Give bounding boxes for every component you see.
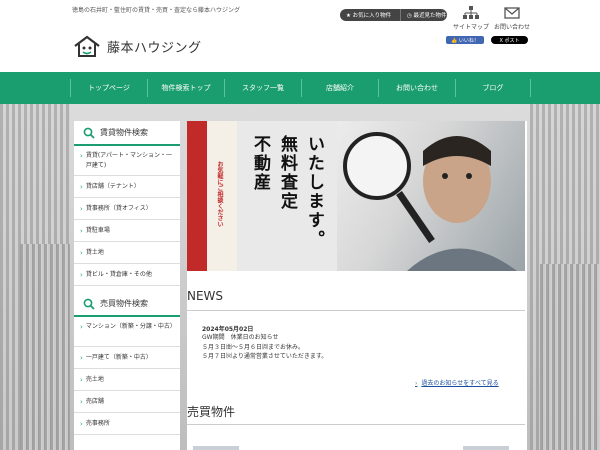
- news-divider: [187, 310, 525, 311]
- sitemap-label: サイトマップ: [452, 24, 489, 31]
- favorites-button[interactable]: ★ お気に入り物件: [340, 9, 400, 21]
- sidebar-item-sale-land[interactable]: › 売土地: [74, 369, 180, 391]
- hero-side-tag: お気軽にご相談ください: [216, 161, 223, 227]
- global-nav: トップページ 物件検索トップ スタッフ一覧 店舗紹介 お問い合わせ ブログ: [0, 72, 600, 104]
- nav-item-store[interactable]: 店舗紹介: [301, 79, 378, 97]
- chevron-right-icon: ›: [80, 226, 83, 235]
- search-icon: [83, 298, 95, 310]
- chevron-right-icon: ›: [80, 152, 83, 160]
- sidebar-item-rent-other[interactable]: › 貸ビル・貸倉庫・その他: [74, 264, 180, 286]
- nav-item-top[interactable]: トップページ: [70, 79, 147, 97]
- x-post-button[interactable]: X ポスト: [491, 36, 528, 44]
- tagline: 徳島の石井町・藍住町の賃貸・売買・査定なら藤本ハウジング: [72, 7, 241, 14]
- sale-search-heading-label: 売買物件検索: [100, 299, 148, 308]
- chevron-right-icon: ›: [80, 353, 83, 362]
- search-icon: [83, 127, 95, 139]
- site-header: 徳島の石井町・藍住町の賃貸・売買・査定なら藤本ハウジング 藤本ハウジング ★ お…: [0, 0, 600, 72]
- facebook-like-button[interactable]: 👍 いいね！: [446, 36, 484, 44]
- hero-photo: [337, 121, 525, 271]
- news-body: GW期間 休業日のお知らせ ５月３日㈮～５月６日㈪までお休み。 ５月７日㈫より通…: [202, 333, 327, 362]
- rent-search-heading-label: 賃貸物件検索: [100, 128, 148, 137]
- nav-item-blog[interactable]: ブログ: [455, 79, 531, 97]
- logo-text: 藤本ハウジング: [107, 40, 202, 56]
- hero-line-1: いたします。: [304, 135, 324, 249]
- sidebar-item-rent-parking[interactable]: › 貸駐車場: [74, 220, 180, 242]
- nav-item-search-top[interactable]: 物件検索トップ: [147, 79, 224, 97]
- sidebar-item-label: 売事務所: [85, 419, 110, 427]
- sidebar-item-label: 一戸建て（新築・中古）: [85, 353, 152, 361]
- hero-line-2: 無料査定: [277, 135, 297, 211]
- sidebar-item-label: 売土地: [85, 375, 104, 383]
- sitemap-icon: [463, 6, 479, 19]
- nav-item-contact[interactable]: お問い合わせ: [378, 79, 455, 97]
- news-archive-link[interactable]: › 過去のお知らせをすべて見る: [415, 378, 499, 387]
- sidebar-item-label: マンション（新築・分譲・中古）: [85, 323, 176, 330]
- hero-tag-strip: お気軽にご相談ください: [207, 121, 237, 271]
- news-heading: NEWS: [187, 289, 224, 303]
- logo[interactable]: 藤本ハウジング: [73, 34, 202, 58]
- chevron-right-icon: ›: [80, 248, 83, 257]
- sidebar: 賃貸物件検索 › 賃貸(アパート・マンション・一戸建て) › 貸店舗（テナント） ›…: [74, 121, 180, 450]
- sitemap-link[interactable]: サイトマップ: [451, 6, 491, 31]
- chevron-right-icon: ›: [415, 380, 418, 387]
- sale-divider: [187, 424, 525, 425]
- chevron-right-icon: ›: [80, 375, 83, 384]
- sidebar-item-label: 売店舗: [85, 397, 104, 405]
- sidebar-item-label: 賃貸(アパート・マンション・一戸建て): [85, 152, 173, 169]
- sidebar-item-rent-store[interactable]: › 貸店舗（テナント）: [74, 176, 180, 198]
- chevron-right-icon: ›: [80, 323, 83, 331]
- news-date: 2024年05月02日: [202, 326, 254, 333]
- sidebar-item-label: 貸ビル・貸倉庫・その他: [85, 270, 152, 278]
- sidebar-item-label: 貸駐車場: [85, 226, 110, 234]
- chevron-right-icon: ›: [80, 204, 83, 213]
- nav-item-staff[interactable]: スタッフ一覧: [224, 79, 301, 97]
- sidebar-item-sale-office[interactable]: › 売事務所: [74, 413, 180, 435]
- news-line[interactable]: GW期間 休業日のお知らせ: [202, 333, 327, 343]
- property-thumbnail[interactable]: [463, 446, 509, 450]
- chevron-right-icon: ›: [80, 270, 83, 279]
- sidebar-item-label: 貸土地: [85, 248, 104, 256]
- sidebar-item-label: 貸店舗（テナント）: [85, 182, 140, 190]
- sidebar-item-rent-office[interactable]: › 貸事務所（貸オフィス）: [74, 198, 180, 220]
- property-thumbnail[interactable]: [193, 446, 239, 450]
- sidebar-item-sale-house[interactable]: › 一戸建て（新築・中古）: [74, 347, 180, 369]
- sale-heading: 売買物件: [187, 405, 236, 419]
- house-logo-icon: [74, 35, 100, 57]
- news-line: ５月３日㈮～５月６日㈪までお休み。: [202, 343, 305, 351]
- sidebar-item-sale-mansion[interactable]: › マンション（新築・分譲・中古）: [74, 317, 180, 347]
- hero-line-3: 不動産: [250, 135, 270, 192]
- recent-viewed-button[interactable]: ◷ 最近見た物件: [400, 9, 447, 21]
- sidebar-item-rent-residential[interactable]: › 賃貸(アパート・マンション・一戸建て): [74, 146, 180, 176]
- sale-search-heading: 売買物件検索: [74, 292, 180, 317]
- sidebar-item-rent-land[interactable]: › 貸土地: [74, 242, 180, 264]
- contact-label: お問い合わせ: [493, 24, 530, 31]
- chevron-right-icon: ›: [80, 397, 83, 406]
- news-archive-label: 過去のお知らせをすべて見る: [421, 380, 499, 387]
- main-content: お気軽にご相談ください いたします。 無料査定 不動産 NEWS 2024年05…: [187, 121, 527, 450]
- chevron-right-icon: ›: [80, 419, 83, 428]
- contact-link[interactable]: お問い合わせ: [492, 6, 532, 31]
- magnifier-man-illustration: [343, 132, 517, 271]
- hero-banner[interactable]: お気軽にご相談ください いたします。 無料査定 不動産: [187, 121, 525, 271]
- chevron-right-icon: ›: [80, 182, 83, 191]
- rent-search-heading: 賃貸物件検索: [74, 121, 180, 146]
- hero-red-strip: [187, 121, 207, 271]
- sidebar-item-label: 貸事務所（貸オフィス）: [85, 204, 152, 212]
- mail-icon: [504, 7, 520, 19]
- sidebar-item-sale-store[interactable]: › 売店舗: [74, 391, 180, 413]
- news-line: ５月７日㈫より通常営業させていただきます。: [202, 353, 328, 360]
